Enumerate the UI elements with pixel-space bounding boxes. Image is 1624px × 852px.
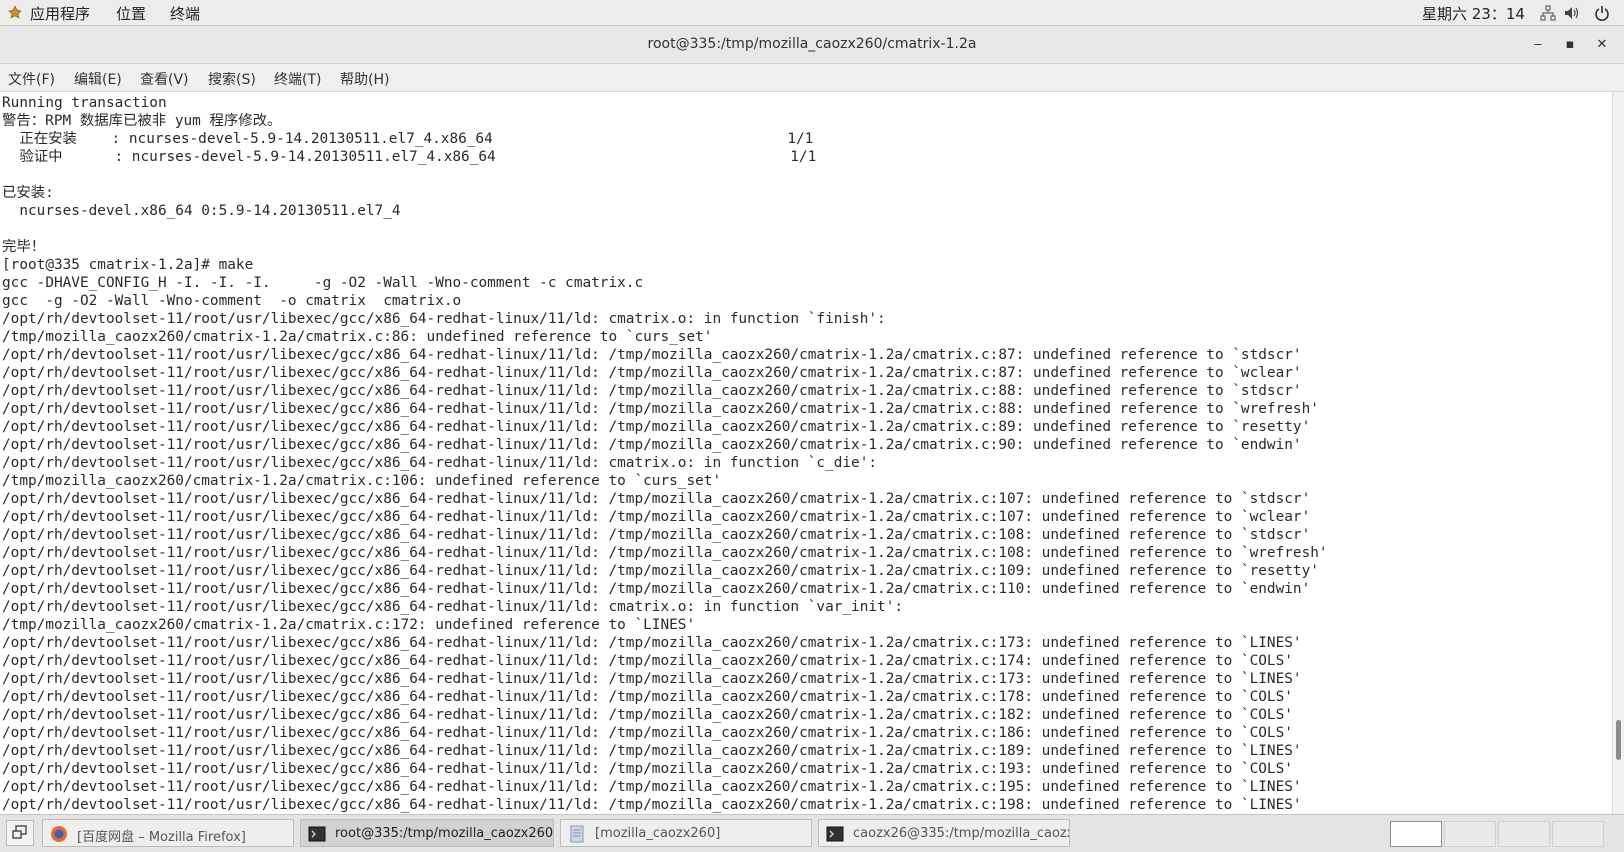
task-file-manager[interactable]: [mozilla_caozx260] — [560, 819, 812, 847]
terminal-line: Running transaction — [2, 95, 167, 111]
close-button[interactable]: ✕ — [1590, 34, 1614, 56]
minimize-button[interactable]: ‒ — [1526, 34, 1550, 56]
task-label: [百度网盘 – Mozilla Firefox] — [77, 830, 246, 845]
terminal-line: /opt/rh/devtoolset-11/root/usr/libexec/g… — [2, 581, 1311, 597]
terminal-line: /opt/rh/devtoolset-11/root/usr/libexec/g… — [2, 401, 1319, 417]
terminal-line: /opt/rh/devtoolset-11/root/usr/libexec/g… — [2, 437, 1302, 453]
terminal-app-menu[interactable]: 终端 — [170, 3, 200, 24]
terminal-output[interactable]: Running transaction 警告：RPM 数据库已被非 yum 程序修… — [0, 92, 1612, 814]
workspace-1[interactable] — [1390, 821, 1442, 847]
terminal-line: /opt/rh/devtoolset-11/root/usr/libexec/g… — [2, 635, 1302, 651]
terminal-line: [root@335 cmatrix-1.2a]# make — [2, 257, 254, 273]
top-panel: 应用程序 位置 终端 星期六 23：14 — [0, 0, 1624, 26]
menu-help[interactable]: 帮助(H) — [340, 69, 389, 89]
terminal-line: /tmp/mozilla_caozx260/cmatrix-1.2a/cmatr… — [2, 329, 713, 345]
menu-view[interactable]: 查看(V) — [140, 69, 189, 89]
terminal-icon — [308, 826, 326, 842]
terminal-icon — [826, 826, 844, 842]
terminal-line: ncurses-devel.x86_64 0:5.9-14.20130511.e… — [2, 203, 401, 219]
power-icon[interactable] — [1594, 5, 1610, 21]
menu-search[interactable]: 搜索(S) — [208, 69, 256, 89]
terminal-line: /opt/rh/devtoolset-11/root/usr/libexec/g… — [2, 347, 1302, 363]
scrollbar-thumb[interactable] — [1616, 720, 1621, 760]
terminal-line: 验证中 : ncurses-devel-5.9-14.20130511.el7_… — [2, 149, 817, 165]
places-menu[interactable]: 位置 — [116, 3, 146, 24]
desktop-icon — [12, 825, 27, 839]
maximize-button[interactable]: ▪ — [1558, 34, 1582, 56]
applications-menu[interactable]: 应用程序 — [30, 3, 90, 24]
workspace-4[interactable] — [1552, 821, 1604, 847]
task-terminal-caozx[interactable]: caozx26@335:/tmp/mozilla_caozx… — [818, 819, 1070, 847]
terminal-line: gcc -DHAVE_CONFIG_H -I. -I. -I. -g -O2 -… — [2, 275, 644, 291]
terminal-line: 已安装: — [2, 185, 54, 201]
terminal-line: /opt/rh/devtoolset-11/root/usr/libexec/g… — [2, 779, 1302, 795]
task-terminal-root[interactable]: root@335:/tmp/mozilla_caozx260/… — [300, 819, 554, 847]
window-titlebar[interactable]: root@335:/tmp/mozilla_caozx260/cmatrix-1… — [0, 26, 1624, 64]
terminal-line: 正在安装 : ncurses-devel-5.9-14.20130511.el7… — [2, 131, 814, 147]
terminal-line: /opt/rh/devtoolset-11/root/usr/libexec/g… — [2, 599, 904, 615]
terminal-line: /opt/rh/devtoolset-11/root/usr/libexec/g… — [2, 383, 1302, 399]
workspace-2[interactable] — [1444, 821, 1496, 847]
taskbar: [百度网盘 – Mozilla Firefox] root@335:/tmp/m… — [0, 814, 1624, 852]
terminal-line: /opt/rh/devtoolset-11/root/usr/libexec/g… — [2, 761, 1293, 777]
network-icon[interactable] — [1540, 5, 1556, 21]
firefox-icon — [51, 826, 67, 842]
terminal-line: /opt/rh/devtoolset-11/root/usr/libexec/g… — [2, 509, 1311, 525]
task-label: caozx26@335:/tmp/mozilla_caozx… — [853, 826, 1070, 841]
applications-icon[interactable] — [8, 5, 22, 19]
terminal-line: /opt/rh/devtoolset-11/root/usr/libexec/g… — [2, 491, 1311, 507]
terminal-line: /opt/rh/devtoolset-11/root/usr/libexec/g… — [2, 455, 878, 471]
menu-file[interactable]: 文件(F) — [8, 69, 55, 89]
terminal-line: /opt/rh/devtoolset-11/root/usr/libexec/g… — [2, 527, 1311, 543]
task-label: root@335:/tmp/mozilla_caozx260/… — [335, 826, 554, 841]
terminal-line: /opt/rh/devtoolset-11/root/usr/libexec/g… — [2, 671, 1302, 687]
clock[interactable]: 星期六 23：14 — [1422, 3, 1525, 24]
menu-edit[interactable]: 编辑(E) — [74, 69, 122, 89]
terminal-line: /opt/rh/devtoolset-11/root/usr/libexec/g… — [2, 545, 1328, 561]
terminal-line: /tmp/mozilla_caozx260/cmatrix-1.2a/cmatr… — [2, 617, 696, 633]
menubar: 文件(F) 编辑(E) 查看(V) 搜索(S) 终端(T) 帮助(H) — [0, 64, 1624, 92]
terminal-line: /opt/rh/devtoolset-11/root/usr/libexec/g… — [2, 797, 1302, 813]
terminal-line: /opt/rh/devtoolset-11/root/usr/libexec/g… — [2, 563, 1319, 579]
terminal-line: /opt/rh/devtoolset-11/root/usr/libexec/g… — [2, 689, 1293, 705]
menu-terminal[interactable]: 终端(T) — [274, 69, 321, 89]
workspace-3[interactable] — [1498, 821, 1550, 847]
task-firefox[interactable]: [百度网盘 – Mozilla Firefox] — [42, 819, 294, 847]
terminal-line: 完毕！ — [2, 239, 46, 255]
terminal-line: /tmp/mozilla_caozx260/cmatrix-1.2a/cmatr… — [2, 473, 722, 489]
terminal-line: /opt/rh/devtoolset-11/root/usr/libexec/g… — [2, 725, 1293, 741]
terminal-scrollbar[interactable] — [1612, 92, 1624, 814]
terminal-line: 警告：RPM 数据库已被非 yum 程序修改。 — [2, 113, 282, 129]
terminal-line: /opt/rh/devtoolset-11/root/usr/libexec/g… — [2, 743, 1302, 759]
file-manager-icon — [570, 825, 584, 843]
terminal-line: /opt/rh/devtoolset-11/root/usr/libexec/g… — [2, 653, 1293, 669]
terminal-text: Running transaction 警告：RPM 数据库已被非 yum 程序修… — [2, 94, 1328, 814]
volume-icon[interactable] — [1564, 5, 1580, 21]
terminal-line: gcc -g -O2 -Wall -Wno-comment -o cmatrix… — [2, 293, 462, 309]
terminal-line: /opt/rh/devtoolset-11/root/usr/libexec/g… — [2, 311, 886, 327]
window-title: root@335:/tmp/mozilla_caozx260/cmatrix-1… — [647, 36, 977, 52]
terminal-line: /opt/rh/devtoolset-11/root/usr/libexec/g… — [2, 365, 1302, 381]
show-desktop-button[interactable] — [6, 820, 34, 846]
task-label: [mozilla_caozx260] — [595, 826, 721, 841]
terminal-line: /opt/rh/devtoolset-11/root/usr/libexec/g… — [2, 707, 1293, 723]
terminal-line: /opt/rh/devtoolset-11/root/usr/libexec/g… — [2, 419, 1311, 435]
